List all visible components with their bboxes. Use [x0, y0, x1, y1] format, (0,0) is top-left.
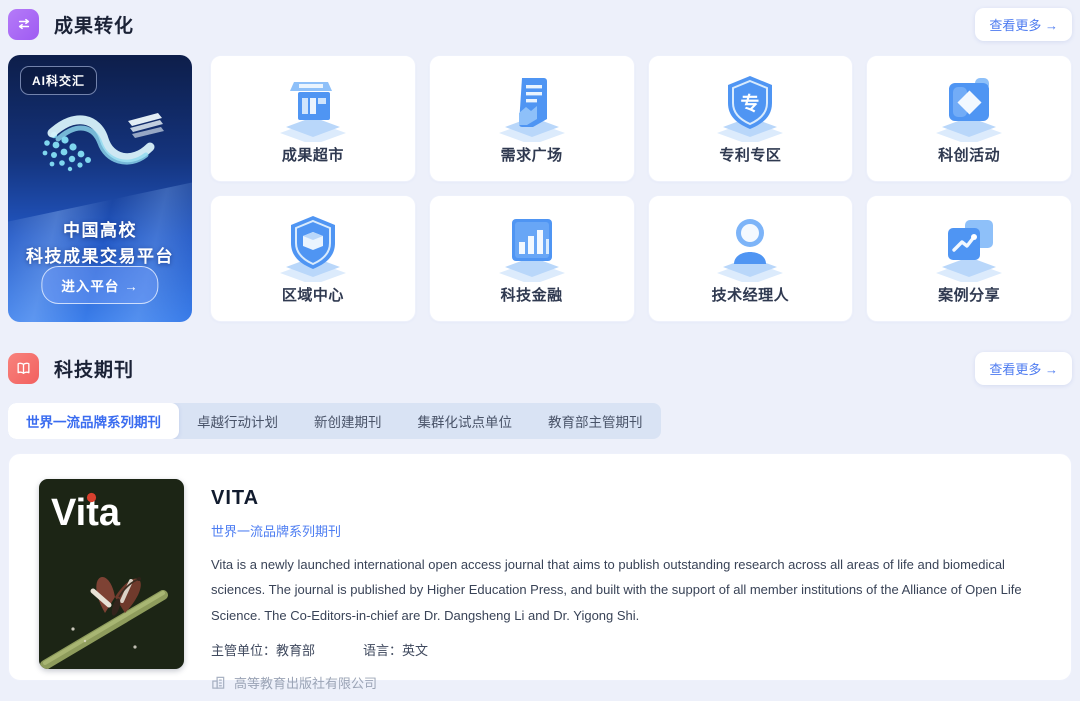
feature-label: 科创活动 — [938, 144, 1000, 165]
journal-info: VITA 世界一流品牌系列期刊 Vita is a newly launched… — [211, 479, 1041, 655]
tab-cluster-pilot[interactable]: 集群化试点单位 — [400, 403, 531, 439]
journal-language: 语言：英文 — [363, 640, 428, 659]
journal-card-vita[interactable]: Vita VITA 世界一流品牌系列期刊 Vita is a newly lau… — [8, 453, 1072, 681]
journal-section-header: 科技期刊 查看更多 → — [8, 350, 1072, 386]
open-book-icon — [8, 353, 39, 384]
journal-view-more-button[interactable]: 查看更多 → — [975, 352, 1072, 385]
feature-card-case-share[interactable]: 案例分享 — [866, 195, 1072, 322]
journal-description: Vita is a newly launched international o… — [211, 552, 1041, 628]
journal-section-title: 科技期刊 — [54, 355, 134, 382]
tab-newly-created[interactable]: 新创建期刊 — [296, 403, 400, 439]
journal-name: VITA — [211, 487, 1041, 510]
feature-card-achievement-market[interactable]: 成果超市 — [210, 55, 416, 182]
feature-label: 科技金融 — [501, 284, 563, 305]
journal-section: 科技期刊 查看更多 → 世界一流品牌系列期刊 卓越行动计划 新创建期刊 集群化试… — [8, 350, 1072, 681]
feature-grid: 成果超市 需求广场 — [210, 55, 1072, 322]
journal-meta: 主管单位：教育部 语言：英文 — [211, 640, 1041, 659]
finance-chart-icon — [494, 206, 570, 282]
feature-label: 专利专区 — [719, 144, 781, 165]
feature-card-innovation-activity[interactable]: 科创活动 — [866, 55, 1072, 182]
journal-cover-text: Vita — [51, 492, 121, 534]
svg-text:专: 专 — [741, 92, 760, 115]
platform-banner[interactable]: AI科交汇 — [8, 55, 192, 322]
feature-card-tech-finance[interactable]: 科技金融 — [429, 195, 635, 322]
feature-card-tech-manager[interactable]: 技术经理人 — [648, 195, 854, 322]
feature-label: 需求广场 — [501, 144, 563, 165]
tab-moe-supervised[interactable]: 教育部主管期刊 — [530, 403, 661, 439]
journal-publisher: 高等教育出版社有限公司 — [234, 673, 377, 692]
region-shield-icon — [275, 206, 351, 282]
feature-card-demand-plaza[interactable]: 需求广场 — [429, 55, 635, 182]
case-share-icon — [931, 206, 1007, 282]
banner-title: 中国高校 科技成果交易平台 — [8, 218, 192, 271]
supervisor-value: 教育部 — [276, 643, 315, 658]
tab-world-class-brand[interactable]: 世界一流品牌系列期刊 — [8, 403, 179, 439]
storefront-icon — [275, 66, 351, 142]
manager-person-icon — [712, 206, 788, 282]
transform-section-title: 成果转化 — [54, 11, 134, 38]
platform-logo-icon — [32, 103, 168, 195]
journal-supervisor: 主管单位：教育部 — [211, 640, 315, 659]
journal-cover-image: Vita — [39, 479, 184, 669]
page: 成果转化 查看更多 → AI科交汇 — [0, 6, 1080, 681]
feature-card-patent-zone[interactable]: 专 专利专区 — [648, 55, 854, 182]
feature-label: 成果超市 — [282, 144, 344, 165]
feature-label: 案例分享 — [938, 284, 1000, 305]
banner-title-line1: 中国高校 — [8, 218, 192, 244]
patent-shield-icon: 专 — [712, 66, 788, 142]
enter-platform-button[interactable]: 进入平台 → — [41, 266, 158, 304]
feature-card-regional-center[interactable]: 区域中心 — [210, 195, 416, 322]
transfer-arrows-icon — [8, 9, 39, 40]
banner-ai-badge: AI科交汇 — [20, 66, 97, 95]
demand-document-icon — [494, 66, 570, 142]
publisher-building-icon — [211, 675, 226, 690]
feature-label: 技术经理人 — [712, 284, 790, 305]
activity-box-icon — [931, 66, 1007, 142]
language-label: 语言： — [363, 643, 402, 658]
journal-category-link[interactable]: 世界一流品牌系列期刊 — [211, 521, 341, 540]
transform-section-body: AI科交汇 — [8, 55, 1072, 322]
transform-view-more-button[interactable]: 查看更多 → — [975, 8, 1072, 41]
journal-publisher-row: 高等教育出版社有限公司 — [211, 673, 1041, 692]
journal-tabs: 世界一流品牌系列期刊 卓越行动计划 新创建期刊 集群化试点单位 教育部主管期刊 — [8, 403, 661, 439]
feature-label: 区域中心 — [282, 284, 344, 305]
tab-excellence-plan[interactable]: 卓越行动计划 — [179, 403, 296, 439]
transform-section-header: 成果转化 查看更多 → — [8, 6, 1072, 42]
supervisor-label: 主管单位： — [211, 643, 276, 658]
language-value: 英文 — [402, 643, 428, 658]
